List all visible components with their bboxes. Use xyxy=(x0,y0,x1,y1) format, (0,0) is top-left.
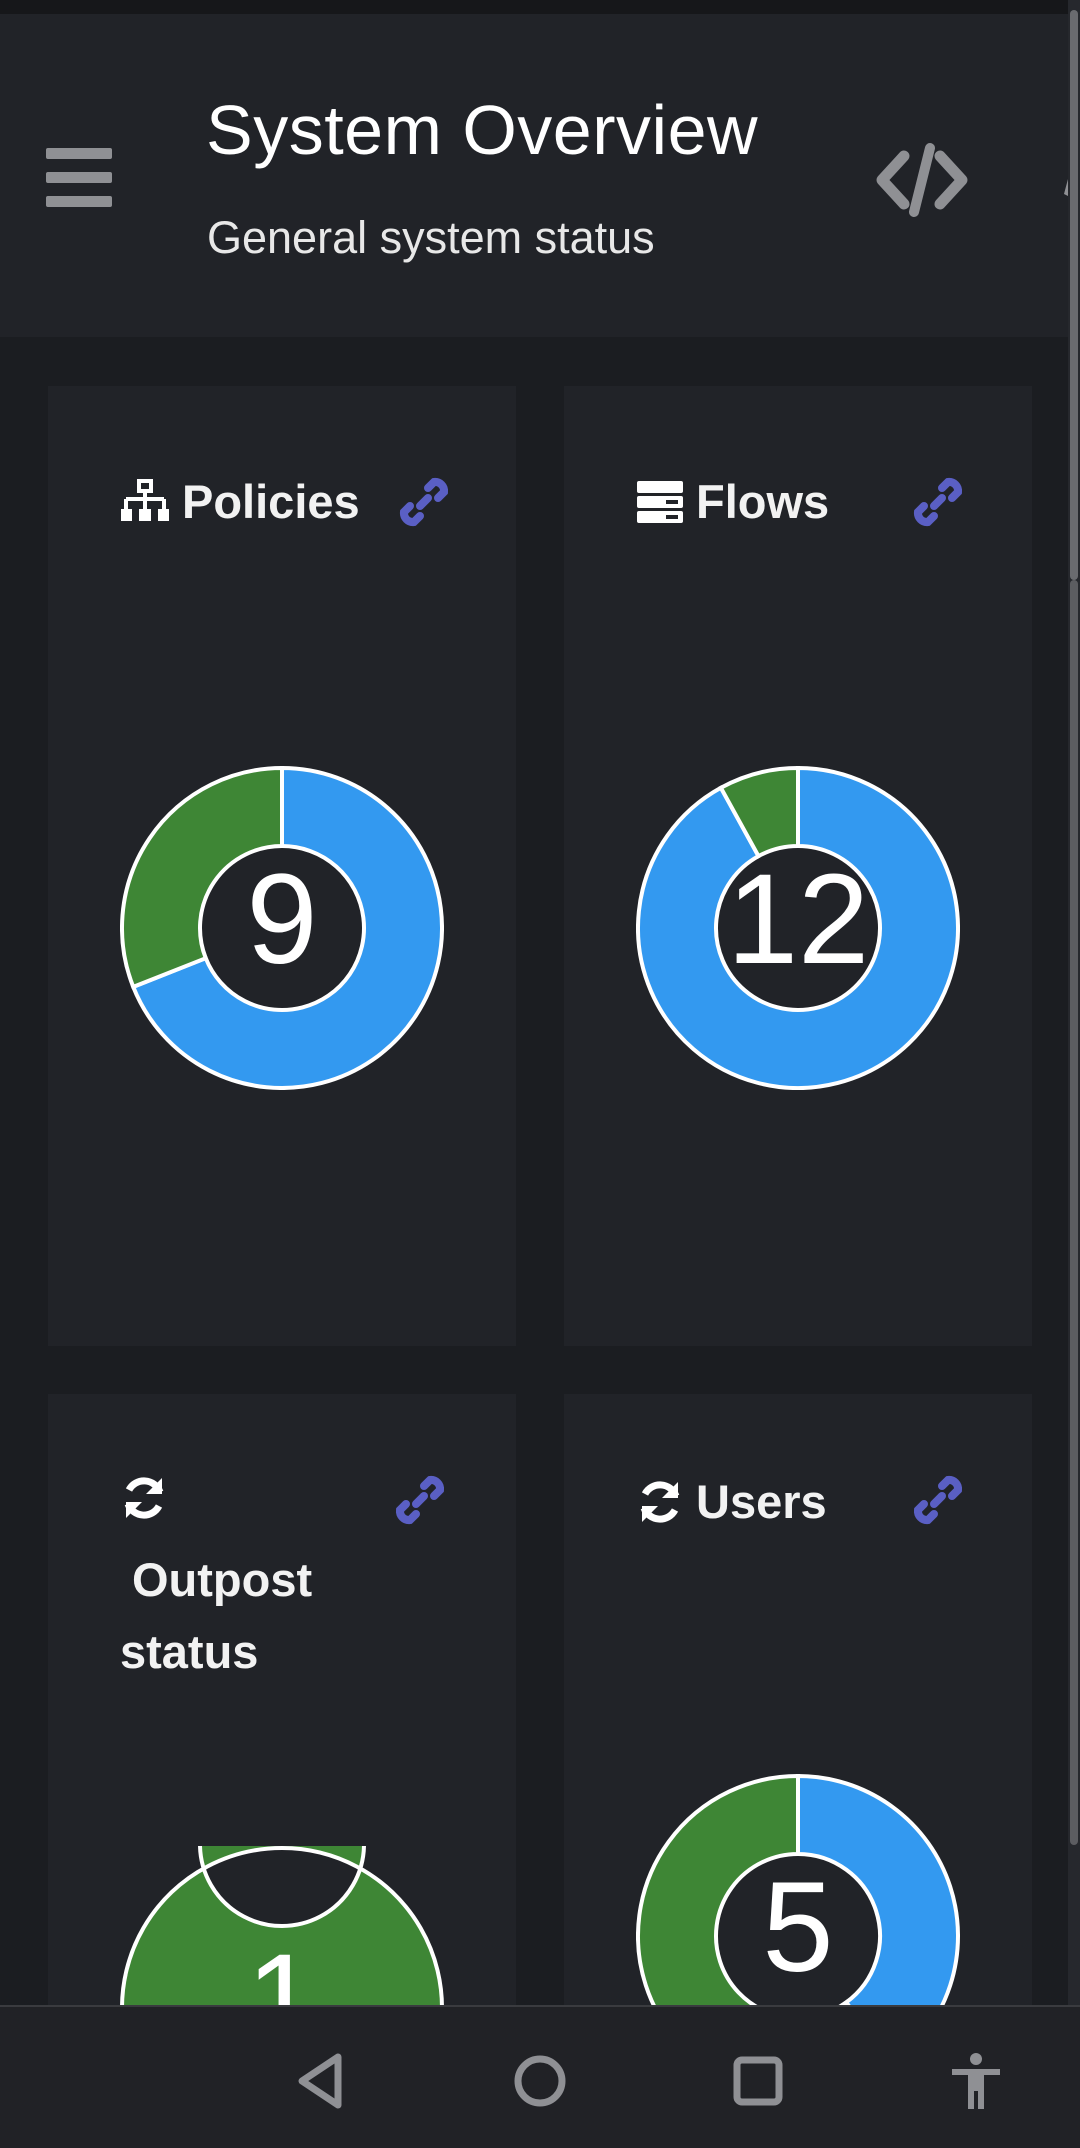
users-card: Users 5 xyxy=(564,1394,1032,2014)
hamburger-icon[interactable] xyxy=(46,148,112,208)
server-icon xyxy=(637,480,683,523)
code-icon[interactable] xyxy=(876,142,968,218)
card-title-line1: Outpost xyxy=(132,1553,313,1606)
users-count: 5 xyxy=(762,1856,834,1999)
card-title-text: Policies xyxy=(182,475,360,528)
scrollbar-rail xyxy=(1070,580,1078,1845)
page-title: System Overview xyxy=(206,91,759,169)
policies-count: 9 xyxy=(246,848,318,991)
outposts-card: Outpost status 1 xyxy=(48,1394,516,2014)
page-subtitle: General system status xyxy=(207,212,655,263)
back-triangle-icon[interactable] xyxy=(290,2049,354,2113)
card-title-text: Flows xyxy=(696,475,830,528)
sync-icon xyxy=(640,1480,680,1523)
outposts-count: 1 xyxy=(246,1928,318,2014)
link-icon[interactable] xyxy=(394,1474,446,1526)
card-title-flows: Flows xyxy=(636,474,829,529)
recents-square-icon[interactable] xyxy=(726,2049,790,2113)
page-header: System Overview General system status xyxy=(0,14,1072,337)
scrollbar-thumb[interactable] xyxy=(1070,10,1078,580)
card-title-line2: status xyxy=(120,1625,259,1678)
policies-card: Policies 9 xyxy=(48,386,516,1346)
status-bar xyxy=(0,0,1080,14)
card-title-policies: Policies xyxy=(120,474,360,529)
card-title-outposts: Outpost status xyxy=(120,1544,312,1688)
accessibility-icon[interactable] xyxy=(944,2049,1008,2113)
sitemap-icon xyxy=(121,478,169,521)
link-icon[interactable] xyxy=(398,476,450,528)
flows-count: 12 xyxy=(726,848,870,991)
link-icon[interactable] xyxy=(912,476,964,528)
system-navigation-bar xyxy=(0,2005,1080,2148)
card-title-users: Users xyxy=(636,1474,827,1529)
link-icon[interactable] xyxy=(912,1474,964,1526)
card-title-text: Users xyxy=(696,1475,827,1528)
sync-icon xyxy=(124,1477,164,1519)
home-circle-icon[interactable] xyxy=(508,2049,572,2113)
flows-card: Flows 12 xyxy=(564,386,1032,1346)
